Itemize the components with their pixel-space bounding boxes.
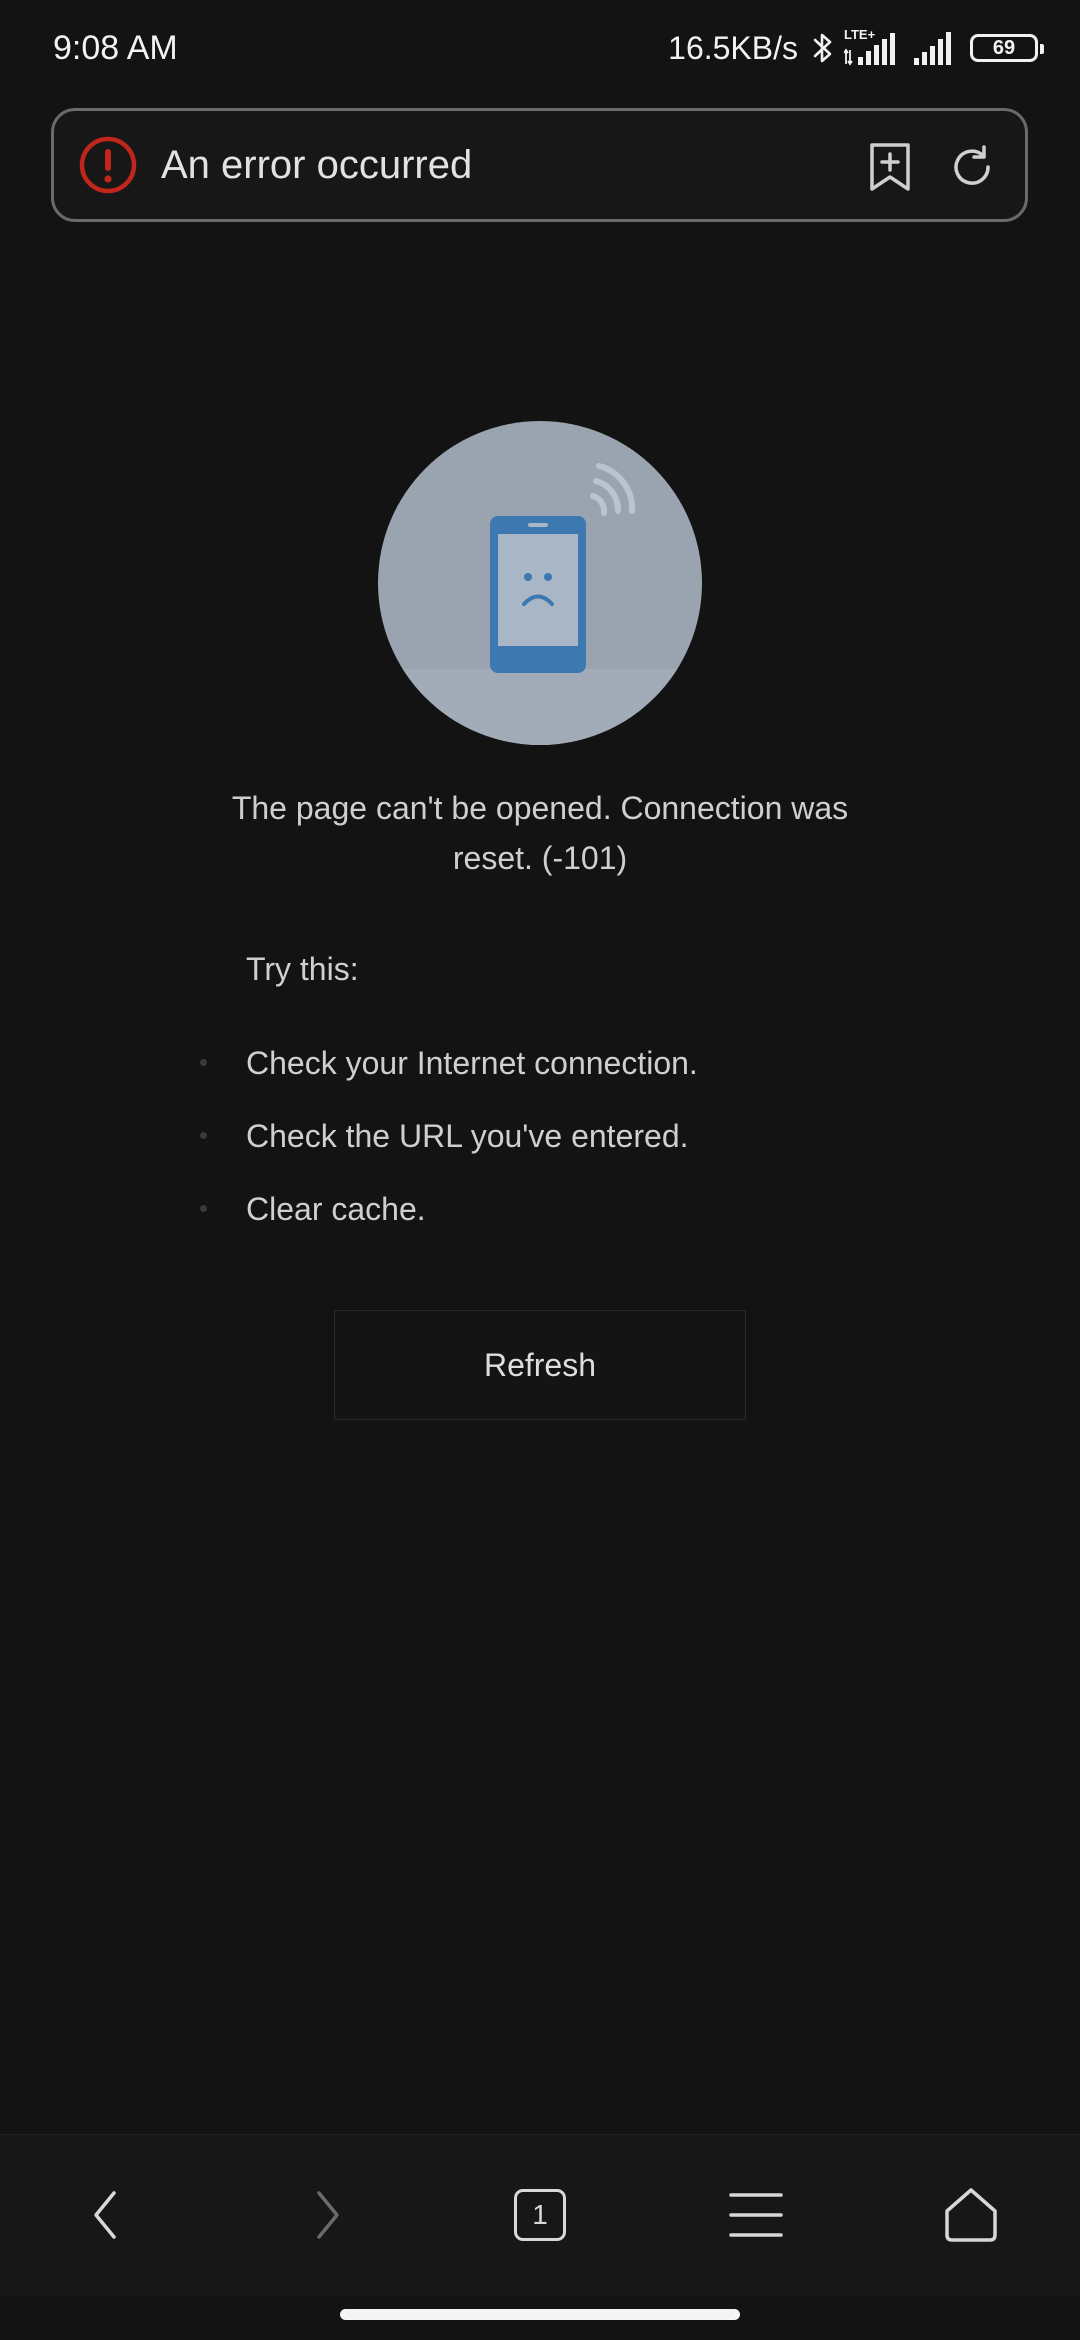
tip-text: Check the URL you've entered. — [246, 1118, 689, 1154]
sad-phone-icon — [378, 421, 702, 745]
bluetooth-icon — [813, 33, 832, 63]
error-icon — [79, 136, 137, 194]
tab-count: 1 — [532, 2199, 548, 2230]
battery-level: 69 — [992, 37, 1016, 59]
menu-icon — [729, 2193, 783, 2237]
home-icon — [945, 2188, 997, 2242]
tabs-button[interactable]: 1 — [500, 2175, 580, 2255]
network-speed: 16.5KB/s — [668, 30, 798, 66]
menu-button[interactable] — [716, 2175, 796, 2255]
bullet — [200, 1059, 207, 1066]
error-message: The page can't be opened. Connection was… — [231, 790, 849, 876]
status-time: 9:08 AM — [53, 29, 178, 67]
back-icon — [94, 2191, 116, 2239]
try-this-heading: Try this: — [246, 951, 359, 987]
bottom-nav: 1 — [0, 2134, 1080, 2295]
forward-button[interactable] — [287, 2175, 367, 2255]
tips-list: Check your Internet connection. Check th… — [200, 1038, 698, 1257]
address-bar[interactable]: An error occurred — [51, 108, 1028, 222]
list-item: Check your Internet connection. — [200, 1038, 698, 1111]
refresh-button[interactable]: Refresh — [334, 1310, 746, 1420]
bookmark-add-icon[interactable] — [866, 141, 914, 193]
tabs-icon: 1 — [514, 2189, 566, 2241]
home-indicator[interactable] — [340, 2309, 740, 2320]
bullet — [200, 1132, 207, 1139]
home-button[interactable] — [931, 2175, 1011, 2255]
tip-text: Clear cache. — [246, 1191, 426, 1227]
bullet — [200, 1205, 207, 1212]
status-icons: 16.5KB/s LTE+ 69 — [668, 26, 1044, 70]
list-item: Clear cache. — [200, 1184, 698, 1257]
status-bar: 9:08 AM 16.5KB/s LTE+ 69 — [0, 0, 1080, 96]
list-item: Check the URL you've entered. — [200, 1111, 698, 1184]
back-button[interactable] — [66, 2175, 146, 2255]
battery-icon: 69 — [970, 34, 1044, 62]
address-title[interactable]: An error occurred — [161, 139, 472, 191]
signal-icon — [914, 32, 951, 65]
reload-icon[interactable] — [946, 141, 998, 193]
forward-icon — [317, 2191, 339, 2239]
tip-text: Check your Internet connection. — [246, 1045, 698, 1081]
lte-signal-icon: LTE+ — [844, 28, 902, 66]
